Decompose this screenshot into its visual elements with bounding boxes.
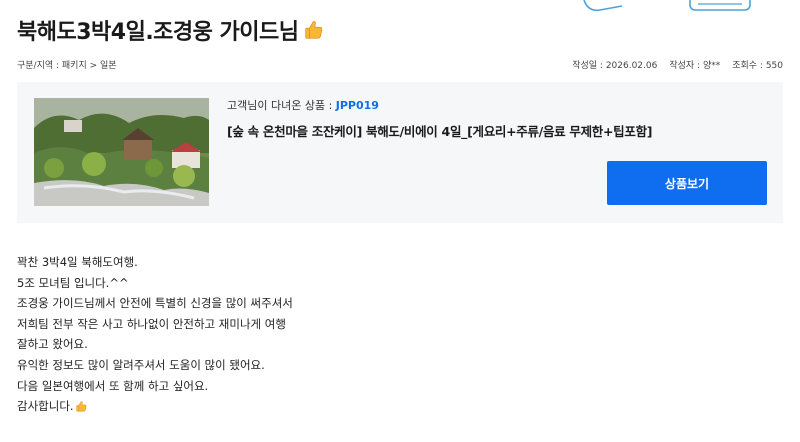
content-line: 저희팀 전부 작은 사고 하나없이 안전하고 재미나게 여행	[17, 316, 286, 331]
content-line: 꽉찬 3박4일 북해도여행.	[17, 255, 138, 269]
decorative-illustration	[583, 0, 751, 12]
post-title: 북해도3박4일.조경웅 가이드님	[17, 20, 299, 45]
product-name[interactable]: [숲 속 온천마을 조잔케이] 북해도/비에이 4일_[게요리+주류/음료 무제…	[227, 121, 767, 140]
post-meta: 구분/지역 : 패키지 > 일본 작성일 : 2026.02.06 작성자 : …	[17, 58, 783, 71]
post-author: 작성자 : 양**	[669, 61, 721, 71]
product-code[interactable]: JPP019	[336, 99, 379, 112]
thumbs-up-icon	[304, 21, 322, 39]
content-line: 다음 일본여행에서 또 함께 하고 싶어요.	[17, 378, 209, 393]
content-line-closing: 감사합니다.	[17, 396, 293, 417]
post-views: 조회수 : 550	[732, 61, 783, 71]
category-breadcrumb: 구분/지역 : 패키지 > 일본	[17, 61, 117, 71]
content-line-text: 감사합니다.	[17, 399, 74, 414]
reviewed-product-line: 고객님이 다녀온 상품 : JPP019	[227, 97, 767, 113]
page-title: 북해도3박4일.조경웅 가이드님	[17, 14, 325, 46]
post-date: 작성일 : 2026.02.06	[572, 61, 658, 71]
content-line: 유익한 정보도 많이 알려주셔서 도움이 많이 됐어요.	[17, 357, 265, 372]
view-product-button[interactable]: 상품보기	[607, 161, 767, 205]
product-info: 고객님이 다녀온 상품 : JPP019 [숲 속 온천마을 조잔케이] 북해도…	[227, 97, 767, 140]
product-photo[interactable]	[34, 98, 209, 206]
reviewed-label: 고객님이 다녀온 상품 :	[227, 99, 336, 112]
product-card: 고객님이 다녀온 상품 : JPP019 [숲 속 온천마을 조잔케이] 북해도…	[17, 82, 783, 223]
post-content: 꽉찬 3박4일 북해도여행. 5조 모녀팀 입니다.^^ 조경웅 가이드님께서 …	[17, 252, 293, 417]
post-info: 작성일 : 2026.02.06 작성자 : 양** 조회수 : 550	[572, 58, 783, 71]
thumbs-up-icon	[75, 401, 86, 412]
content-line: 잘하고 왔어요.	[17, 337, 88, 352]
content-line: 조경웅 가이드님께서 안전에 특별히 신경을 많이 써주셔서	[17, 296, 293, 311]
content-line: 5조 모녀팀 입니다.^^	[17, 275, 129, 290]
